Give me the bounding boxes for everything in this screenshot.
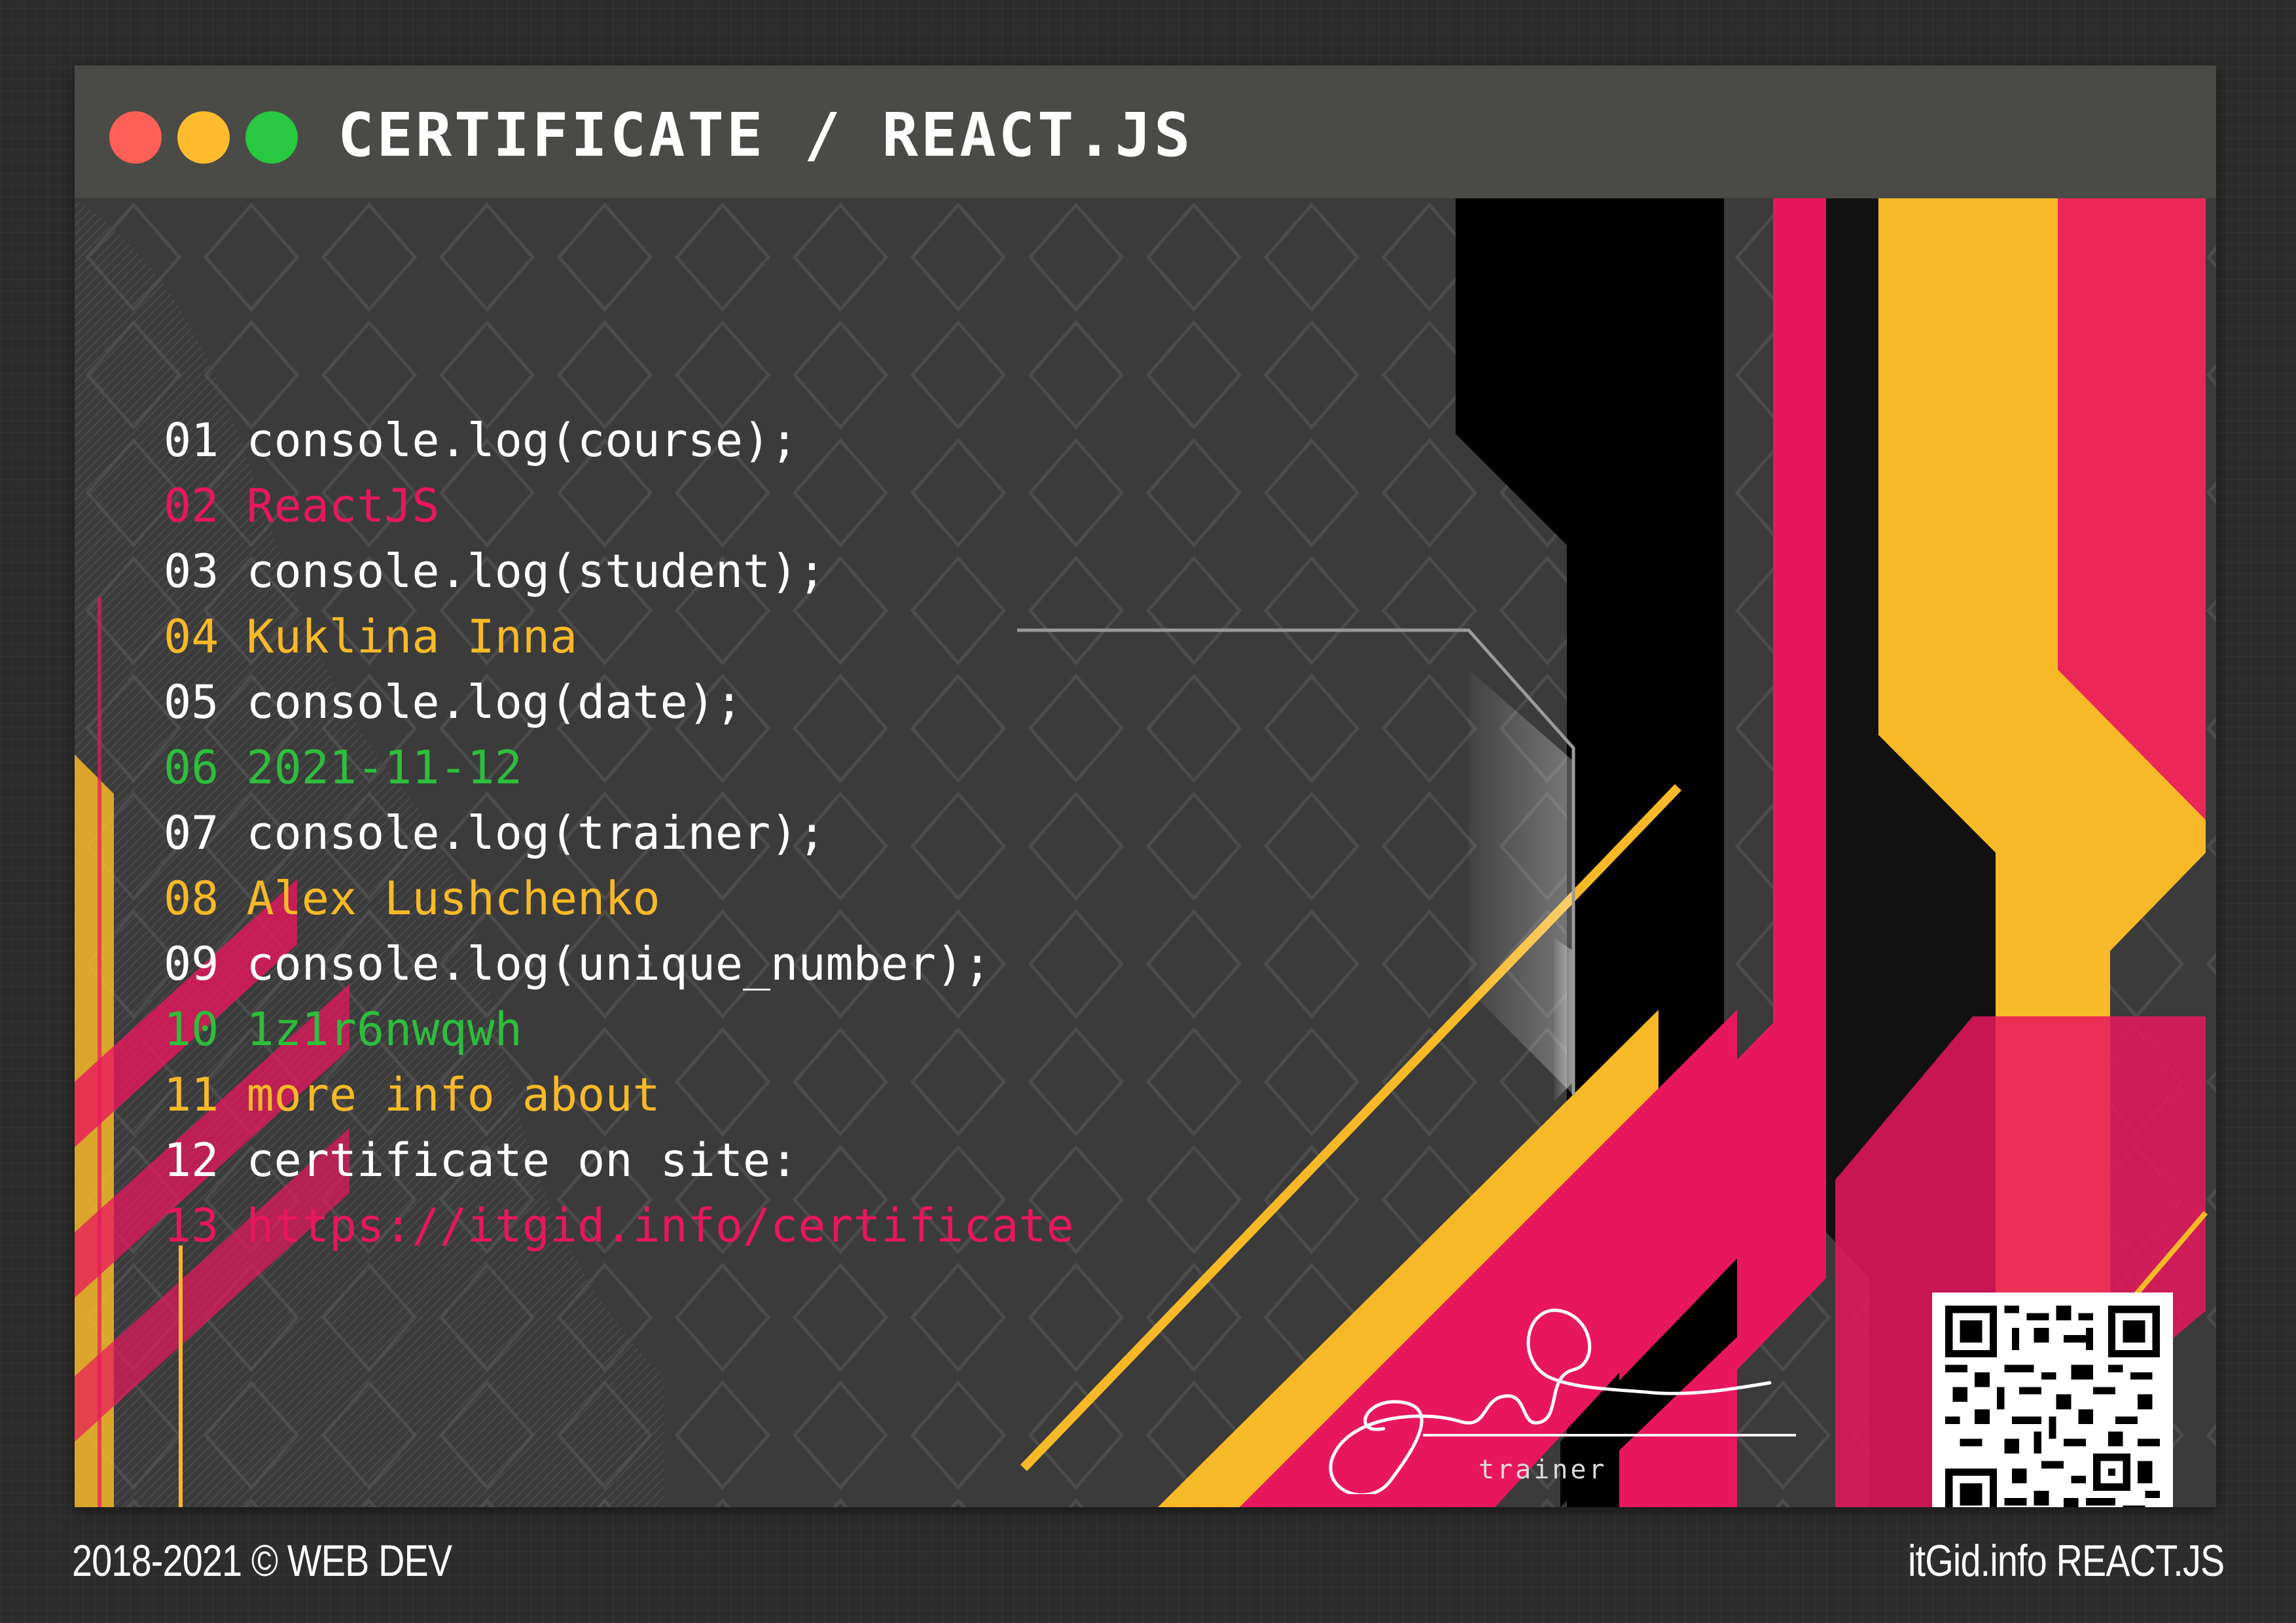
close-window-button[interactable] (109, 111, 162, 164)
code-listing: 01 console.log(course); 02 ReactJS 03 co… (164, 408, 1074, 1258)
code-line-student: 04 Kuklina Inna (164, 610, 578, 664)
code-line: 12 certificate on site: (164, 1133, 798, 1187)
certificate-content: 01 console.log(course); 02 ReactJS 03 co… (75, 198, 2216, 1507)
code-line-trainer: 08 Alex Lushchenko (164, 872, 660, 925)
code-line: 05 console.log(date); (164, 675, 744, 729)
window-titlebar: CERTIFICATE / REACT.JS (75, 65, 2216, 198)
window-title: CERTIFICATE / REACT.JS (338, 100, 1193, 170)
code-line: 07 console.log(trainer); (164, 806, 826, 860)
code-line-course: 02 ReactJS (164, 479, 440, 533)
code-line: 09 console.log(unique_number); (164, 937, 992, 991)
code-line-date: 06 2021-11-12 (164, 741, 522, 794)
minimize-window-button[interactable] (177, 111, 230, 164)
qr-code-icon[interactable] (1932, 1293, 2173, 1507)
footer-copyright: 2018-2021 © WEB DEV (72, 1536, 452, 1586)
footer-brand: itGid.info REACT.JS (1907, 1536, 2225, 1586)
code-line-unique-number: 10 1z1r6nwqwh (164, 1003, 522, 1056)
code-line: 11 more info about (164, 1068, 660, 1122)
code-line: 03 console.log(student); (164, 544, 826, 598)
code-line: 01 console.log(course); (164, 414, 798, 467)
certificate-link[interactable]: 13 https://itgid.info/certificate (164, 1193, 1074, 1258)
certificate-window: CERTIFICATE / REACT.JS 01 console.log(co… (75, 65, 2216, 1507)
maximize-window-button[interactable] (245, 111, 298, 164)
signature-label: trainer (1479, 1455, 1607, 1485)
